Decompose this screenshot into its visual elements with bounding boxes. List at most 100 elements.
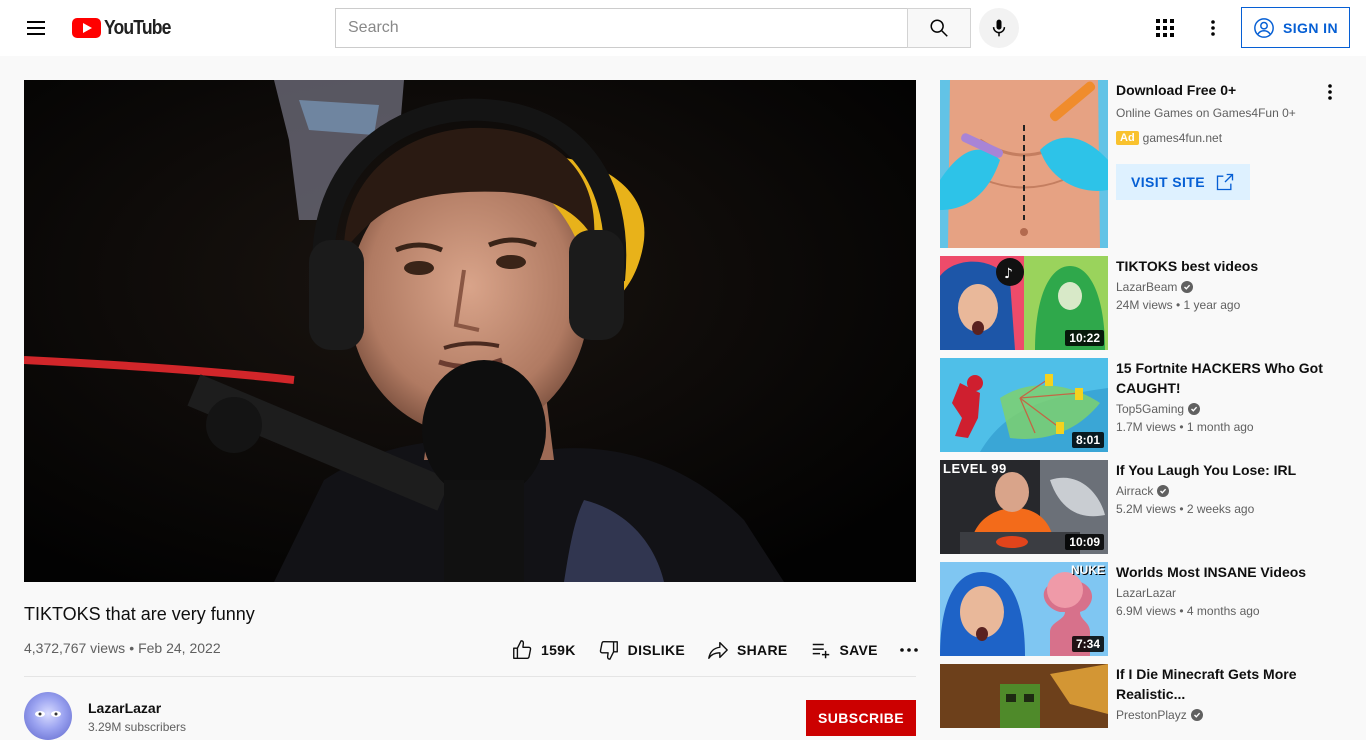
apps-button[interactable]: [1145, 8, 1185, 48]
thumbnail-overlay-text: NUKE: [1070, 563, 1105, 577]
verified-icon: [1188, 403, 1201, 415]
ad-thumbnail-art: [940, 80, 1108, 248]
recommendation-thumbnail[interactable]: [940, 664, 1108, 728]
recommendation-channel-name: PrestonPlayz: [1116, 708, 1187, 722]
video-duration: 8:01: [1071, 432, 1104, 448]
channel-name[interactable]: LazarLazar: [88, 700, 161, 716]
recommendation-title[interactable]: Worlds Most INSANE Videos: [1116, 562, 1336, 582]
ad-thumbnail[interactable]: [940, 80, 1108, 248]
visit-site-label: VISIT SITE: [1130, 174, 1205, 190]
recommendation-channel[interactable]: PrestonPlayz: [1116, 708, 1203, 722]
recommendation-item[interactable]: LEVEL 99 10:09 If You Laugh You Lose: IR…: [940, 460, 1350, 554]
upload-date: Feb 24, 2022: [138, 640, 221, 656]
recommendation-channel[interactable]: Airrack: [1116, 484, 1170, 498]
avatar-face: [35, 711, 61, 717]
verified-icon: [1157, 485, 1170, 497]
recommendation-title[interactable]: TIKTOKS best videos: [1116, 256, 1336, 276]
share-label: SHARE: [737, 642, 788, 658]
verified-icon: [1190, 709, 1203, 721]
video-title: TIKTOKS that are very funny: [24, 604, 255, 624]
account-icon: [1254, 17, 1274, 38]
ad-description: Online Games on Games4Fun 0+: [1116, 106, 1296, 120]
dislike-label: DISLIKE: [627, 642, 685, 658]
search-input[interactable]: [336, 9, 908, 47]
svg-text:♪: ♪: [1004, 266, 1013, 282]
subscriber-count: 3.29M subscribers: [88, 720, 187, 734]
search-button[interactable]: [907, 8, 971, 48]
like-button[interactable]: 159K: [500, 632, 587, 668]
thumbnail-art: [940, 664, 1108, 728]
ad-title[interactable]: Download Free 0+: [1116, 82, 1236, 98]
search-box: [335, 8, 908, 48]
recommendation-stats: 5.2M views • 2 weeks ago: [1116, 502, 1255, 516]
video-duration: 10:22: [1065, 330, 1104, 346]
recommendation-title[interactable]: If I Die Minecraft Gets More Realistic..…: [1116, 664, 1336, 704]
recommendation-thumbnail[interactable]: NUKE 7:34: [940, 562, 1108, 656]
recommendation-thumbnail[interactable]: 8:01: [940, 358, 1108, 452]
ad-domain: games4fun.net: [1142, 131, 1223, 145]
voice-search-button[interactable]: [979, 8, 1019, 48]
recommendation-title[interactable]: 15 Fortnite HACKERS Who Got CAUGHT!: [1116, 358, 1336, 398]
menu-icon[interactable]: [16, 8, 56, 48]
ad-more-button[interactable]: [1318, 80, 1342, 104]
external-link-icon: [1216, 173, 1234, 191]
divider: [24, 676, 916, 677]
video-meta: 4,372,767 views • Feb 24, 2022: [24, 640, 221, 656]
recommendation-channel[interactable]: Top5Gaming: [1116, 402, 1201, 416]
visit-site-button[interactable]: VISIT SITE: [1116, 164, 1250, 200]
top-bar: YouTube SIGN IN: [0, 0, 1366, 56]
recommendation-channel-name: LazarBeam: [1116, 280, 1178, 294]
play-logo-icon: [72, 18, 101, 38]
apps-grid-icon: [1156, 19, 1174, 37]
dislike-button[interactable]: DISLIKE: [587, 632, 696, 668]
recommendation-item[interactable]: 8:01 15 Fortnite HACKERS Who Got CAUGHT!…: [940, 358, 1350, 452]
share-icon: [708, 641, 728, 659]
settings-more-button[interactable]: [1193, 8, 1233, 48]
like-count: 159K: [541, 642, 576, 658]
video-frame: [24, 80, 916, 582]
recommendation-channel-name: LazarLazar: [1116, 586, 1177, 600]
channel-avatar[interactable]: [24, 692, 72, 740]
search-icon: [930, 19, 948, 37]
youtube-logo[interactable]: YouTube: [72, 17, 180, 39]
sign-in-button[interactable]: SIGN IN: [1241, 7, 1350, 48]
more-vertical-icon: [1211, 20, 1215, 36]
thumbs-up-icon: [513, 640, 532, 659]
sign-in-label: SIGN IN: [1283, 19, 1338, 36]
thumbnail-overlay-text: LEVEL 99: [943, 461, 1007, 476]
video-actions: 159K DISLIKE SHARE SAVE: [500, 632, 929, 668]
recommendation-item[interactable]: If I Die Minecraft Gets More Realistic..…: [940, 664, 1350, 728]
subscribe-button[interactable]: SUBSCRIBE: [806, 700, 916, 736]
recommendation-thumbnail[interactable]: ♪ 10:22: [940, 256, 1108, 350]
save-label: SAVE: [839, 642, 878, 658]
verified-icon: [1181, 281, 1194, 293]
video-duration: 10:09: [1065, 534, 1104, 550]
video-player[interactable]: [24, 80, 916, 582]
playlist-add-icon: [812, 643, 829, 659]
more-horizontal-icon: [900, 648, 918, 652]
ad-card: Download Free 0+ Online Games on Games4F…: [940, 80, 1350, 248]
logo-text: YouTube: [104, 16, 171, 39]
recommendation-stats: 1.7M views • 1 month ago: [1116, 420, 1254, 434]
more-vertical-icon: [1328, 84, 1332, 100]
recommendation-channel-name: Airrack: [1116, 484, 1154, 498]
ad-info: Ad games4fun.net: [1116, 131, 1222, 145]
more-actions-button[interactable]: [889, 632, 929, 668]
thumbs-down-icon: [599, 641, 618, 660]
recommendation-item[interactable]: ♪ 10:22 TIKTOKS best videos LazarBeam 24…: [940, 256, 1350, 350]
recommendation-item[interactable]: NUKE 7:34 Worlds Most INSANE Videos Laza…: [940, 562, 1350, 656]
recommendation-channel[interactable]: LazarBeam: [1116, 280, 1194, 294]
recommendation-stats: 24M views • 1 year ago: [1116, 298, 1241, 312]
recommendation-title[interactable]: If You Laugh You Lose: IRL: [1116, 460, 1336, 480]
recommendation-stats: 6.9M views • 4 months ago: [1116, 604, 1260, 618]
video-duration: 7:34: [1071, 636, 1104, 652]
view-count: 4,372,767 views: [24, 640, 126, 656]
ad-badge: Ad: [1116, 131, 1139, 145]
meta-separator: •: [129, 640, 135, 656]
microphone-icon: [992, 19, 1006, 37]
recommendation-channel-name: Top5Gaming: [1116, 402, 1185, 416]
share-button[interactable]: SHARE: [696, 632, 799, 668]
recommendation-channel[interactable]: LazarLazar: [1116, 586, 1176, 600]
recommendation-thumbnail[interactable]: LEVEL 99 10:09: [940, 460, 1108, 554]
save-button[interactable]: SAVE: [799, 632, 889, 668]
